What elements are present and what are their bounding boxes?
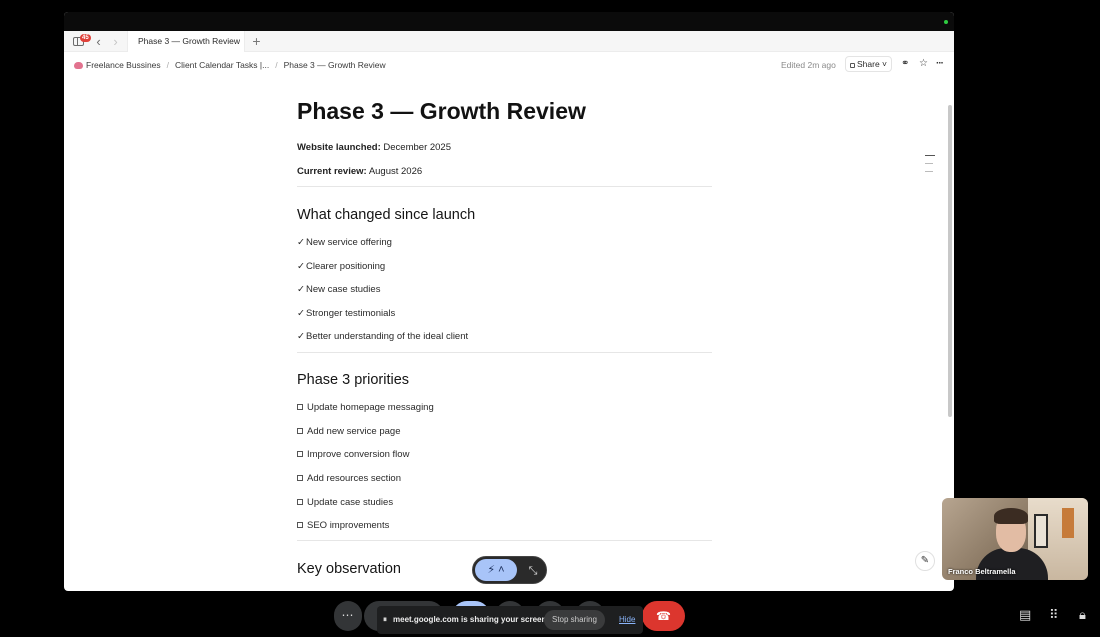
status-dot xyxy=(944,20,948,24)
check-icon: ✓ xyxy=(297,308,305,319)
hide-button[interactable]: Hide xyxy=(619,615,635,624)
section-heading-observation: Key observation xyxy=(297,561,401,577)
todo-item[interactable]: Add new service page xyxy=(297,426,400,437)
more-icon[interactable]: ··· xyxy=(936,59,944,69)
tab-bar: ‹ › Phase 3 — Growth Review + xyxy=(64,31,954,52)
header-bar: Freelance Bussines / Client Calendar Tas… xyxy=(64,52,954,78)
star-icon[interactable]: ☆ xyxy=(919,59,928,69)
end-call-button[interactable]: ☎ xyxy=(642,601,685,631)
host-controls-icon[interactable]: 🔒︎ xyxy=(1079,608,1086,621)
sharing-message: meet.google.com is sharing your screen. xyxy=(393,615,549,624)
breadcrumb-separator: / xyxy=(166,60,170,70)
notification-badge: 45 xyxy=(80,34,91,42)
breadcrumb-item-calendar[interactable]: Client Calendar Tasks |... xyxy=(175,60,269,70)
check-icon: ✓ xyxy=(297,331,305,342)
forward-icon[interactable]: › xyxy=(109,35,122,48)
page-title: Phase 3 — Growth Review xyxy=(297,98,586,124)
page-outline[interactable] xyxy=(925,155,935,179)
tab-active[interactable]: Phase 3 — Growth Review xyxy=(127,31,245,52)
window-top-bar xyxy=(64,12,954,31)
sharing-banner: ⏸ meet.google.com is sharing your screen… xyxy=(377,606,643,634)
list-item: ✓Better understanding of the ideal clien… xyxy=(297,331,469,342)
back-icon[interactable]: ‹ xyxy=(92,35,105,48)
list-item: ✓New case studies xyxy=(297,284,381,295)
new-tab-icon[interactable]: + xyxy=(250,34,263,48)
section-heading-priorities: Phase 3 priorities xyxy=(297,372,410,388)
todo-item[interactable]: Add resources section xyxy=(297,473,401,484)
checkbox[interactable] xyxy=(297,499,303,505)
checkbox[interactable] xyxy=(297,451,303,457)
self-view-tile[interactable]: Franco Beltramella xyxy=(942,498,1088,580)
check-icon: ✓ xyxy=(297,237,305,248)
todo-item[interactable]: Update homepage messaging xyxy=(297,402,434,413)
ai-assistant-icon[interactable]: ✎ xyxy=(915,551,935,571)
checkbox[interactable] xyxy=(297,404,303,410)
breadcrumb-item-workspace[interactable]: Freelance Bussines xyxy=(86,60,161,70)
breadcrumb: Freelance Bussines / Client Calendar Tas… xyxy=(74,60,386,70)
meta-review: Current review: August 2026 xyxy=(297,166,422,177)
shared-window: ‹ › Phase 3 — Growth Review + 45 Freelan… xyxy=(64,12,954,591)
chat-icon[interactable]: ▤ xyxy=(1019,608,1031,621)
todo-item[interactable]: Improve conversion flow xyxy=(297,449,409,460)
minimize-icon[interactable]: ⤡ xyxy=(523,561,543,581)
brain-icon xyxy=(74,61,83,69)
link-icon[interactable]: ⚭ xyxy=(901,59,909,69)
check-icon: ✓ xyxy=(297,284,305,295)
meta-value: August 2026 xyxy=(368,166,423,177)
scrollbar[interactable] xyxy=(948,105,952,417)
divider xyxy=(297,540,712,541)
checkbox[interactable] xyxy=(297,475,303,481)
present-options-button[interactable]: ⚡ ˄ xyxy=(475,559,517,581)
divider xyxy=(297,352,712,353)
checkbox[interactable] xyxy=(297,428,303,434)
divider xyxy=(297,186,712,187)
meta-value: December 2025 xyxy=(383,142,452,153)
share-float-control: ⚡ ˄ ⤡ xyxy=(472,556,547,584)
edited-status: Edited 2m ago xyxy=(781,60,836,70)
check-icon: ✓ xyxy=(297,261,305,272)
checkbox[interactable] xyxy=(297,522,303,528)
lock-icon xyxy=(850,63,855,68)
todo-item[interactable]: Update case studies xyxy=(297,497,393,508)
list-item: ✓Clearer positioning xyxy=(297,261,386,272)
list-item: ✓Stronger testimonials xyxy=(297,308,396,319)
more-options-button[interactable]: ⋯ xyxy=(334,601,362,631)
breadcrumb-separator: / xyxy=(275,60,278,70)
share-label: Share xyxy=(857,59,880,69)
participant-name: Franco Beltramella xyxy=(948,567,1016,576)
meta-label: Website launched: xyxy=(297,142,381,153)
list-item: ✓New service offering xyxy=(297,237,392,248)
breadcrumb-item-page[interactable]: Phase 3 — Growth Review xyxy=(284,60,386,70)
pause-icon: ⏸ xyxy=(383,615,387,624)
meta-launched: Website launched: December 2025 xyxy=(297,142,451,153)
meta-label: Current review: xyxy=(297,166,367,177)
stop-sharing-button[interactable]: Stop sharing xyxy=(544,610,605,630)
apps-icon[interactable]: ⠿ xyxy=(1049,608,1059,621)
share-button[interactable]: Share ˅ xyxy=(845,56,893,72)
todo-item[interactable]: SEO improvements xyxy=(297,520,389,531)
section-heading-changes: What changed since launch xyxy=(297,207,476,223)
